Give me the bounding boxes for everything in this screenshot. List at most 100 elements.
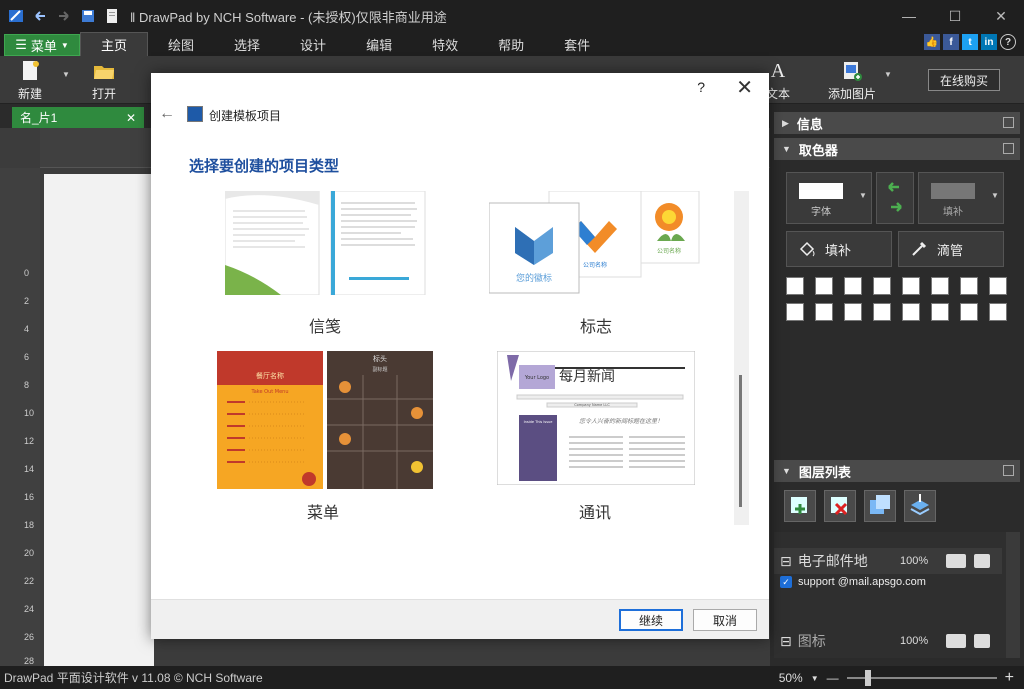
duplicate-layer-button[interactable] xyxy=(864,490,896,522)
color-swatch[interactable] xyxy=(815,303,833,321)
cancel-button[interactable]: 取消 xyxy=(693,609,757,631)
close-tab-icon[interactable]: ✕ xyxy=(126,111,136,125)
document-tab-label: 名_片1 xyxy=(20,111,58,125)
lock-icon[interactable] xyxy=(974,634,990,648)
collapse-layer-icon[interactable]: ⊟ xyxy=(780,553,792,570)
delete-layer-button[interactable] xyxy=(824,490,856,522)
add-layer-button[interactable] xyxy=(784,490,816,522)
newsletter-card[interactable]: Your Logo 每月新闻 Company Name LLC Inside T… xyxy=(496,350,696,486)
document-icon[interactable] xyxy=(104,8,120,24)
chevron-down-icon[interactable]: ▼ xyxy=(859,191,867,200)
dialog-help-button[interactable]: ? xyxy=(697,79,705,95)
tab-home[interactable]: 主页 xyxy=(80,32,149,56)
color-swatch[interactable] xyxy=(786,303,804,321)
design-page[interactable] xyxy=(44,174,154,666)
tab-help[interactable]: 帮助 xyxy=(478,32,544,56)
tab-design[interactable]: 设计 xyxy=(280,32,346,56)
color-swatch[interactable] xyxy=(960,277,978,295)
visibility-icon[interactable] xyxy=(946,554,966,568)
color-swatch[interactable] xyxy=(960,303,978,321)
letterhead-card[interactable] xyxy=(224,191,465,296)
sublayer-item[interactable]: ✓ support @mail.apsgo.com xyxy=(780,576,926,588)
back-arrow-icon[interactable]: ← xyxy=(159,105,175,123)
twitter-icon[interactable]: t xyxy=(962,34,978,50)
color-swatch[interactable] xyxy=(873,277,891,295)
redo-icon[interactable] xyxy=(56,8,72,24)
document-tab[interactable]: 名_片1 ✕ xyxy=(12,107,144,128)
visibility-icon[interactable] xyxy=(946,634,966,648)
zoom-slider-handle[interactable] xyxy=(864,670,871,686)
logo-card[interactable]: 您的徽标 公司名称 公司名称 xyxy=(488,191,709,295)
color-swatch[interactable] xyxy=(844,277,862,295)
info-panel-header[interactable]: ▶ 信息 xyxy=(774,112,1020,134)
merge-layers-button[interactable] xyxy=(904,490,936,522)
main-menu-button[interactable]: ☰ 菜单 ▼ xyxy=(4,34,80,56)
layer-opacity[interactable]: 100% xyxy=(900,555,928,567)
like-icon[interactable]: 👍 xyxy=(924,34,940,50)
tab-select[interactable]: 选择 xyxy=(214,32,280,56)
gallery-scrollbar-thumb[interactable] xyxy=(739,375,742,507)
facebook-icon[interactable]: f xyxy=(943,34,959,50)
dialog-close-button[interactable]: ✕ xyxy=(736,75,753,100)
chevron-down-icon[interactable]: ▼ xyxy=(991,191,999,200)
color-swatch[interactable] xyxy=(989,303,1007,321)
tab-draw[interactable]: 绘图 xyxy=(148,32,214,56)
zoom-in-button[interactable]: + xyxy=(1005,669,1014,687)
menu-label[interactable]: 菜单 xyxy=(307,499,339,523)
color-swatch[interactable] xyxy=(902,303,920,321)
tab-effects[interactable]: 特效 xyxy=(412,32,478,56)
color-swatch[interactable] xyxy=(873,303,891,321)
color-swatch[interactable] xyxy=(931,277,949,295)
undock-icon[interactable] xyxy=(1003,117,1014,128)
layer-opacity[interactable]: 100% xyxy=(900,635,928,647)
color-swatch[interactable] xyxy=(844,303,862,321)
color-swatch[interactable] xyxy=(931,303,949,321)
color-swatch[interactable] xyxy=(902,277,920,295)
zoom-out-button[interactable]: — xyxy=(827,671,839,685)
continue-button[interactable]: 继续 xyxy=(619,609,683,631)
layer-item[interactable]: ⊟ 电子邮件地 100% xyxy=(774,548,1002,574)
maximize-button[interactable]: ☐ xyxy=(932,0,978,32)
zoom-level[interactable]: 50% xyxy=(779,671,803,685)
add-image-button[interactable]: 添加图片 xyxy=(828,60,876,102)
fill-tool-button[interactable]: 填补 xyxy=(786,231,892,267)
color-swatch[interactable] xyxy=(815,277,833,295)
newsletter-label[interactable]: 通讯 xyxy=(579,499,611,523)
linkedin-icon[interactable]: in xyxy=(981,34,997,50)
collapse-layer-icon[interactable]: ⊟ xyxy=(780,633,792,650)
add-image-dropdown-icon[interactable]: ▼ xyxy=(884,70,892,79)
text-button[interactable]: A 文本 xyxy=(766,60,790,102)
color-swatch[interactable] xyxy=(989,277,1007,295)
checkbox-checked-icon[interactable]: ✓ xyxy=(780,576,792,588)
new-dropdown-icon[interactable]: ▼ xyxy=(62,70,70,79)
layers-header[interactable]: ▼ 图层列表 xyxy=(774,460,1020,482)
logo-label[interactable]: 标志 xyxy=(580,313,612,337)
close-button[interactable]: ✕ xyxy=(978,0,1024,32)
help-icon[interactable]: ? xyxy=(1000,34,1016,50)
tab-suite[interactable]: 套件 xyxy=(544,32,610,56)
save-icon[interactable] xyxy=(80,8,96,24)
layer-scrollbar[interactable] xyxy=(1006,532,1020,658)
buy-online-button[interactable]: 在线购买 xyxy=(928,69,1000,91)
color-swatch[interactable] xyxy=(786,277,804,295)
font-color-swatch[interactable]: 字体 ▼ xyxy=(786,172,872,224)
menu-card[interactable]: 餐厅名称 Take Out Menu 标头 副标题 xyxy=(217,351,433,489)
letterhead-label[interactable]: 信笺 xyxy=(309,313,341,337)
tab-edit[interactable]: 编辑 xyxy=(346,32,412,56)
gallery-scrollbar[interactable] xyxy=(734,191,749,525)
minimize-button[interactable]: — xyxy=(886,0,932,32)
open-button[interactable]: 打开 xyxy=(92,60,116,102)
zoom-dropdown-icon[interactable]: ▼ xyxy=(811,674,819,683)
layer-item[interactable]: ⊟ 图标 100% xyxy=(774,628,1002,654)
fill-color-swatch[interactable]: 填补 ▼ xyxy=(918,172,1004,224)
new-button[interactable]: 新建 xyxy=(18,60,42,102)
undock-icon[interactable] xyxy=(1003,465,1014,476)
eyedropper-button[interactable]: 滴管 xyxy=(898,231,1004,267)
ruler-label: 12 xyxy=(24,436,35,446)
color-picker-header[interactable]: ▼ 取色器 xyxy=(774,138,1020,160)
undo-icon[interactable] xyxy=(32,8,48,24)
lock-icon[interactable] xyxy=(974,554,990,568)
swap-colors-button[interactable] xyxy=(876,172,914,224)
undock-icon[interactable] xyxy=(1003,143,1014,154)
zoom-slider[interactable] xyxy=(846,670,997,686)
